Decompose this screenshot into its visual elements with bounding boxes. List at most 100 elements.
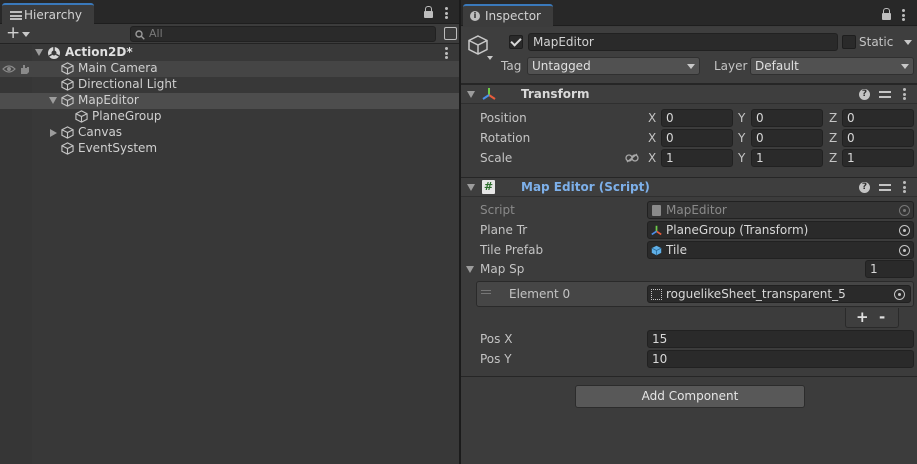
gameobject-header: MapEditor Static Tag Untagged Layer Defa… bbox=[461, 27, 917, 84]
hierarchy-item-directional-light[interactable]: Directional Light bbox=[0, 77, 459, 93]
csharp-script-icon: # bbox=[482, 180, 495, 194]
fold-arrow-icon[interactable] bbox=[50, 129, 57, 137]
field-value: 0 bbox=[847, 111, 855, 125]
unity-scene-icon bbox=[48, 47, 60, 59]
inspector-panel: i Inspector MapEditor Static Tag Untagge… bbox=[461, 0, 917, 464]
search-icon bbox=[135, 30, 145, 40]
field-value: 1 bbox=[756, 151, 764, 165]
mapeditor-script-header[interactable]: # Map Editor (Script) ? bbox=[461, 177, 917, 197]
axis-y-label[interactable]: Y bbox=[738, 111, 745, 125]
hierarchy-item-mapeditor[interactable]: MapEditor bbox=[0, 93, 459, 109]
hierarchy-item-canvas[interactable]: Canvas bbox=[0, 125, 459, 141]
scale-x-field[interactable]: 1 bbox=[661, 149, 733, 167]
axis-z-label[interactable]: Z bbox=[829, 151, 837, 165]
scale-y-field[interactable]: 1 bbox=[751, 149, 823, 167]
pos-y-field[interactable]: 10 bbox=[647, 350, 914, 368]
create-plus-icon[interactable]: + bbox=[6, 25, 20, 42]
hierarchy-item-label: Main Camera bbox=[78, 61, 158, 75]
help-icon[interactable]: ? bbox=[859, 182, 870, 193]
axis-z-label[interactable]: Z bbox=[829, 111, 837, 125]
gameobject-name-input[interactable]: MapEditor bbox=[528, 33, 838, 51]
more-options-icon[interactable] bbox=[902, 9, 905, 21]
fold-arrow-icon[interactable] bbox=[467, 184, 475, 191]
plane-tr-value: PlaneGroup (Transform) bbox=[666, 223, 809, 237]
axis-x-label[interactable]: X bbox=[648, 151, 656, 165]
axis-x-label[interactable]: X bbox=[648, 131, 656, 145]
layer-label: Layer bbox=[714, 59, 748, 73]
create-dropdown-caret-icon[interactable] bbox=[22, 32, 30, 37]
static-dropdown-caret-icon[interactable] bbox=[904, 40, 912, 45]
script-value: MapEditor bbox=[666, 203, 727, 217]
scale-z-field[interactable]: 1 bbox=[842, 149, 914, 167]
active-checkbox[interactable] bbox=[509, 35, 523, 49]
scene-more-icon[interactable] bbox=[445, 47, 448, 59]
remove-element-button[interactable]: - bbox=[879, 308, 885, 326]
scene-search-icon[interactable] bbox=[444, 27, 457, 40]
axis-y-label[interactable]: Y bbox=[738, 151, 745, 165]
element-0-object-field[interactable]: roguelikeSheet_transparent_5 bbox=[647, 285, 911, 303]
component-more-icon[interactable] bbox=[903, 181, 906, 193]
field-value: 0 bbox=[756, 131, 764, 145]
position-y-field[interactable]: 0 bbox=[751, 109, 823, 127]
hierarchy-item-eventsystem[interactable]: EventSystem bbox=[0, 141, 459, 157]
static-checkbox[interactable] bbox=[842, 35, 856, 49]
hierarchy-item-main-camera[interactable]: Main Camera bbox=[0, 61, 459, 77]
object-picker-icon[interactable] bbox=[899, 245, 910, 256]
static-label: Static bbox=[859, 35, 894, 49]
map-sp-size-field[interactable]: 1 bbox=[865, 260, 914, 278]
add-component-button[interactable]: Add Component bbox=[575, 385, 805, 408]
more-options-icon[interactable] bbox=[445, 7, 448, 19]
fold-arrow-icon[interactable] bbox=[467, 91, 475, 98]
axis-z-label[interactable]: Z bbox=[829, 131, 837, 145]
pos-x-field[interactable]: 15 bbox=[647, 330, 914, 348]
position-z-field[interactable]: 0 bbox=[842, 109, 914, 127]
pos-x-value: 15 bbox=[652, 332, 668, 346]
plane-tr-label: Plane Tr bbox=[480, 223, 528, 237]
hierarchy-tab[interactable]: Hierarchy bbox=[2, 3, 94, 24]
axis-y-label[interactable]: Y bbox=[738, 131, 745, 145]
component-more-icon[interactable] bbox=[903, 88, 906, 100]
drag-handle-icon[interactable] bbox=[481, 290, 491, 291]
object-picker-icon[interactable] bbox=[899, 225, 910, 236]
object-picker-icon[interactable] bbox=[894, 289, 905, 300]
prefab-cube-icon bbox=[651, 245, 662, 256]
script-object-field: MapEditor bbox=[647, 201, 914, 219]
map-sp-fold-arrow-icon[interactable] bbox=[466, 266, 474, 273]
presets-icon[interactable] bbox=[879, 89, 891, 100]
transform-axes-icon bbox=[651, 225, 662, 236]
inspector-tab[interactable]: i Inspector bbox=[463, 4, 553, 26]
presets-icon[interactable] bbox=[879, 182, 891, 193]
visibility-eye-icon[interactable] bbox=[2, 64, 16, 74]
help-icon[interactable]: ? bbox=[859, 89, 870, 100]
layer-dropdown[interactable]: Default bbox=[750, 57, 914, 75]
search-input[interactable]: All bbox=[130, 26, 436, 42]
fold-arrow-icon[interactable] bbox=[49, 97, 57, 104]
add-element-button[interactable]: + bbox=[856, 308, 869, 326]
rotation-x-field[interactable]: 0 bbox=[661, 129, 733, 147]
tile-prefab-object-field[interactable]: Tile bbox=[647, 241, 914, 259]
field-value: 1 bbox=[666, 151, 674, 165]
plane-tr-object-field[interactable]: PlaneGroup (Transform) bbox=[647, 221, 914, 239]
hierarchy-tab-label: Hierarchy bbox=[24, 8, 83, 22]
lock-icon[interactable] bbox=[882, 8, 891, 20]
pickable-hand-icon[interactable] bbox=[18, 63, 30, 75]
script-component-title: Map Editor (Script) bbox=[521, 180, 650, 194]
element-0-label: Element 0 bbox=[509, 287, 571, 301]
hierarchy-scene-row[interactable]: Action2D* bbox=[0, 45, 459, 61]
gameobject-cube-icon bbox=[61, 78, 74, 91]
transform-header[interactable]: Transform ? bbox=[461, 84, 917, 104]
position-x-field[interactable]: 0 bbox=[661, 109, 733, 127]
icon-dropdown-caret-icon[interactable] bbox=[487, 56, 493, 60]
axis-x-label[interactable]: X bbox=[648, 111, 656, 125]
gameobject-cube-icon bbox=[61, 94, 74, 107]
fold-arrow-icon[interactable] bbox=[35, 49, 43, 56]
tag-dropdown[interactable]: Untagged bbox=[527, 57, 700, 75]
field-value: 1 bbox=[847, 151, 855, 165]
hierarchy-item-planegroup[interactable]: PlaneGroup bbox=[0, 109, 459, 125]
rotation-z-field[interactable]: 0 bbox=[842, 129, 914, 147]
constrain-proportions-link-icon[interactable] bbox=[625, 153, 639, 163]
lock-icon[interactable] bbox=[424, 6, 433, 18]
gameobject-icon[interactable] bbox=[467, 34, 489, 56]
rotation-y-field[interactable]: 0 bbox=[751, 129, 823, 147]
pos-y-value: 10 bbox=[652, 352, 668, 366]
